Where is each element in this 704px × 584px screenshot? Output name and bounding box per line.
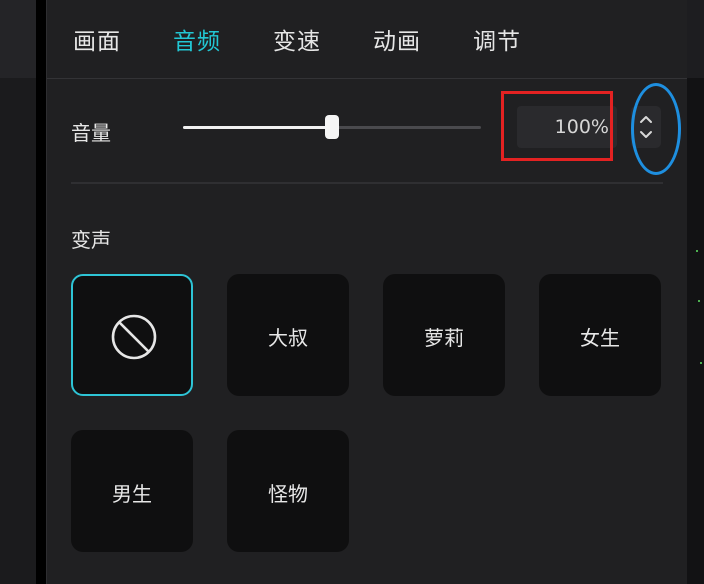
voice-option-label: 女生 [580,326,620,350]
volume-label: 音量 [71,121,111,145]
none-icon [111,314,157,360]
tab-speed[interactable]: 变速 [273,22,321,56]
edge-mark [700,362,702,364]
voice-option-male[interactable]: 男生 [71,430,193,552]
voice-option-uncle[interactable]: 大叔 [227,274,349,396]
volume-slider-fill [183,126,332,129]
voice-option-label: 怪物 [268,482,308,506]
right-side-panel [686,0,704,584]
voice-option-monster[interactable]: 怪物 [227,430,349,552]
audio-properties-panel: 画面 音频 变速 动画 调节 音量 100% 变声 大叔 萝莉 女生 男生 怪物 [46,0,687,584]
voice-option-loli[interactable]: 萝莉 [383,274,505,396]
voice-option-label: 大叔 [268,326,308,350]
edge-mark [698,300,700,302]
right-side-panel-header [686,0,704,78]
volume-slider[interactable] [183,115,481,139]
tab-audio[interactable]: 音频 [173,22,221,56]
blue-circle-annotation [631,83,681,175]
volume-slider-thumb[interactable] [325,115,339,139]
voice-option-label: 男生 [112,482,152,506]
voice-option-label: 萝莉 [424,326,464,350]
voice-change-label: 变声 [71,228,111,252]
edge-mark [696,250,698,252]
property-tabs: 画面 音频 变速 动画 调节 [47,0,687,79]
tab-picture[interactable]: 画面 [73,22,121,56]
left-side-panel [0,0,36,584]
section-divider [71,182,663,184]
tab-adjust[interactable]: 调节 [473,22,521,56]
left-side-panel-header [0,0,36,78]
voice-option-female[interactable]: 女生 [539,274,661,396]
red-highlight-annotation [501,91,613,161]
tab-animation[interactable]: 动画 [373,22,421,56]
voice-option-none[interactable] [71,274,193,396]
